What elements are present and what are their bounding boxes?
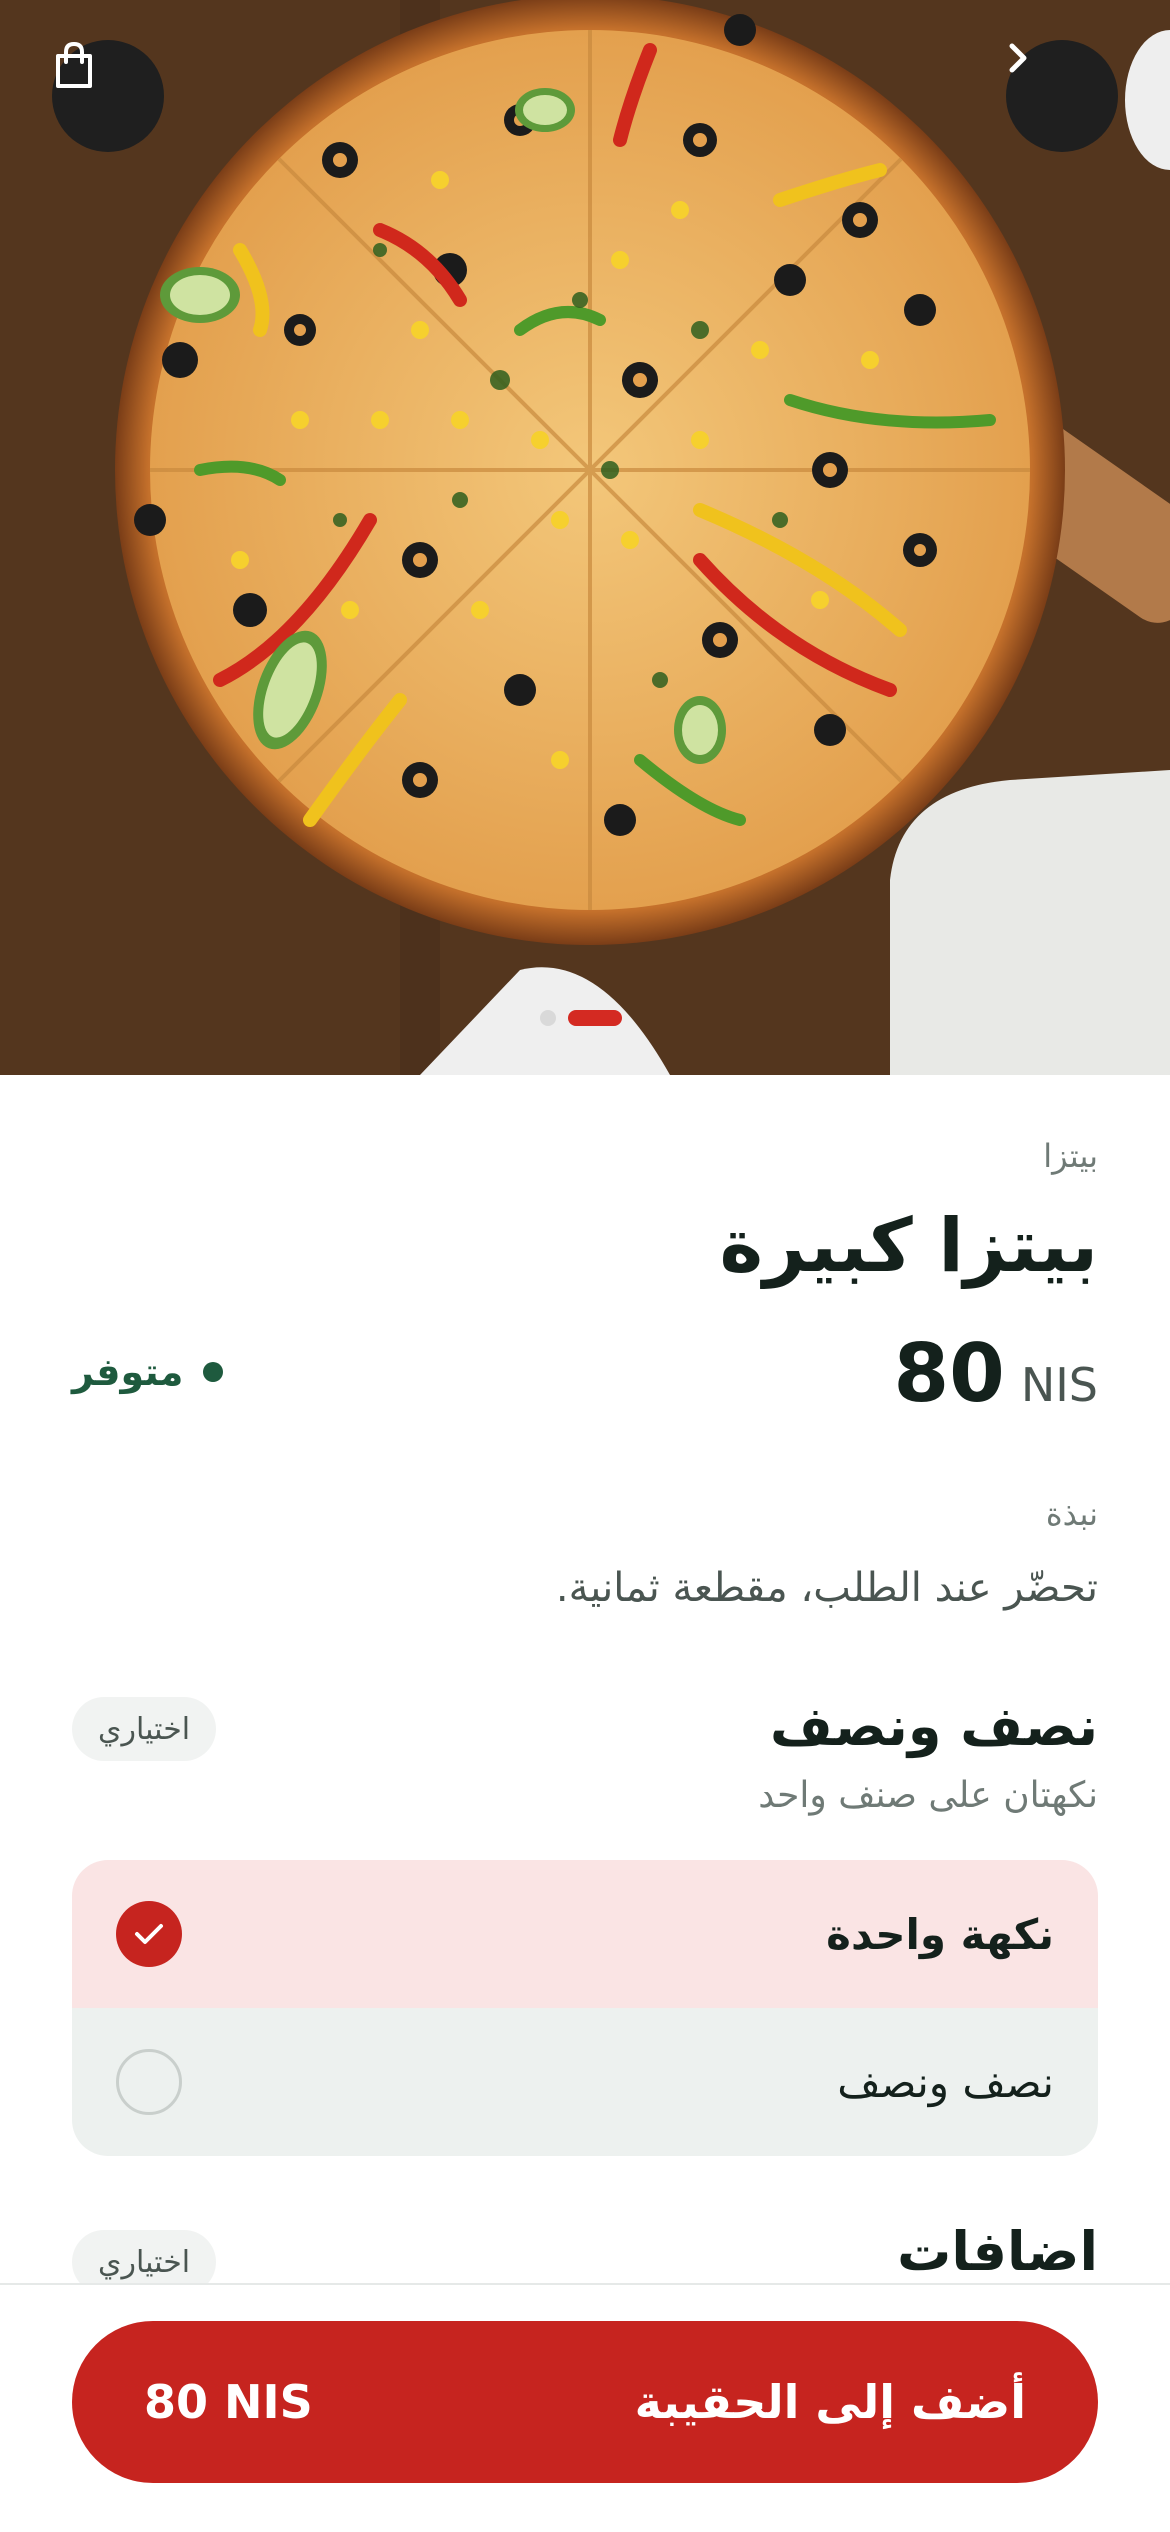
product-price: 80 NIS: [893, 1327, 1098, 1420]
option-label: نكهة واحدة: [826, 1909, 1054, 1959]
radio-unchecked[interactable]: [116, 2049, 182, 2115]
availability-dot-icon: [203, 1362, 224, 1382]
section-title-extras: اضافات: [897, 2220, 1098, 2283]
add-to-bag-price: 80 NIS: [144, 2375, 313, 2429]
product-category: بيتزا: [1043, 1137, 1098, 1175]
availability-status: متوفر: [72, 1350, 224, 1394]
carousel-dot-active[interactable]: [568, 1010, 622, 1026]
carousel-dot[interactable]: [540, 1010, 556, 1026]
pizza-photo: [0, 0, 1170, 1075]
product-image-carousel[interactable]: [0, 0, 1170, 1075]
price-currency: NIS: [1020, 1358, 1098, 1412]
availability-text: متوفر: [72, 1350, 184, 1394]
price-value: 80: [893, 1327, 1005, 1420]
product-title: بيتزا كبيرة: [719, 1203, 1098, 1289]
optional-badge: اختياري: [72, 1697, 217, 1761]
description-label: نبذة: [1045, 1495, 1098, 1533]
option-group-half-half: نكهة واحدة نصف ونصف: [72, 1860, 1098, 2156]
option-label: نصف ونصف: [837, 2057, 1054, 2107]
option-one-flavor[interactable]: نكهة واحدة: [72, 1860, 1098, 2008]
section-title-half-half: نصف ونصف: [770, 1695, 1098, 1758]
check-icon: [135, 1924, 163, 1944]
radio-checked[interactable]: [116, 1901, 182, 1967]
description-text: تحضّر عند الطلب، مقطعة ثمانية.: [555, 1565, 1098, 1611]
bottom-action-bar: أضف إلى الحقيبة 80 NIS: [0, 2283, 1170, 2532]
add-to-bag-button[interactable]: أضف إلى الحقيبة 80 NIS: [72, 2321, 1098, 2483]
back-button[interactable]: [1006, 40, 1118, 152]
carousel-indicator: [540, 1010, 622, 1026]
add-to-bag-label: أضف إلى الحقيبة: [634, 2375, 1026, 2429]
section-subtitle-half-half: نكهتان على صنف واحد: [758, 1775, 1098, 1816]
chevron-right-icon: [1009, 43, 1027, 73]
shopping-bag-icon: [56, 41, 92, 88]
option-half-and-half[interactable]: نصف ونصف: [72, 2008, 1098, 2156]
bag-button[interactable]: [52, 40, 164, 152]
